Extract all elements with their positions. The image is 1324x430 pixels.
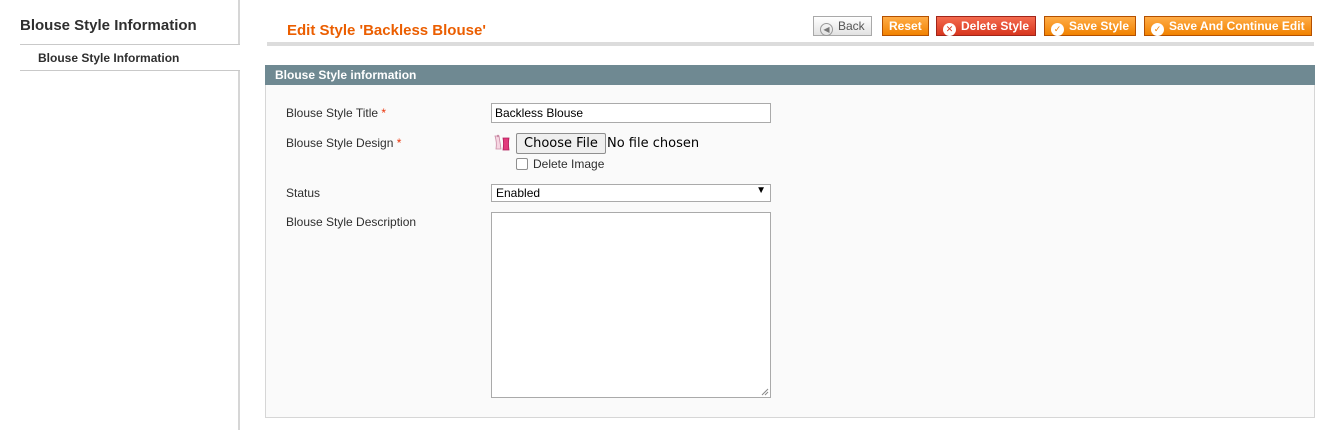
back-button[interactable]: ◀ Back [813, 16, 872, 36]
save-style-button[interactable]: ✓ Save Style [1044, 16, 1137, 36]
blouse-thumbnail-image [494, 134, 510, 151]
sidebar: Blouse Style Information Blouse Style In… [20, 0, 240, 430]
required-marker: * [396, 136, 402, 150]
back-button-label: Back [838, 19, 865, 33]
status-select[interactable]: Enabled ▼ [491, 184, 771, 202]
header-divider [267, 42, 1314, 46]
required-marker: * [381, 106, 387, 120]
file-status-text: No file chosen [607, 136, 700, 151]
section-header: Blouse Style information [265, 65, 1315, 85]
resize-grip-icon[interactable] [761, 388, 769, 396]
save-button-label: Save Style [1069, 19, 1130, 33]
delete-image-checkbox[interactable] [516, 158, 528, 170]
style-design-label: Blouse Style Design * [286, 136, 401, 150]
delete-image-label: Delete Image [533, 157, 605, 171]
toolbar: ◀ Back Reset ✕ Delete Style ✓ Save Style ✓ S… [0, 16, 1324, 36]
delete-style-button[interactable]: ✕ Delete Style [936, 16, 1037, 36]
reset-button[interactable]: Reset [882, 16, 929, 36]
status-selected-value: Enabled [496, 186, 541, 200]
style-design-label-text: Blouse Style Design [286, 136, 394, 150]
style-title-input[interactable] [491, 103, 771, 123]
checkmark-icon: ✓ [1151, 23, 1164, 36]
section-body [265, 85, 1315, 418]
description-textarea[interactable] [491, 212, 771, 398]
dropdown-arrow-icon: ▼ [756, 185, 766, 196]
sidebar-tab-blouse-style-information[interactable]: Blouse Style Information [20, 45, 240, 71]
status-label: Status [286, 186, 321, 200]
save-and-continue-button[interactable]: ✓ Save And Continue Edit [1144, 16, 1312, 36]
checkmark-icon: ✓ [1051, 23, 1064, 36]
style-title-label-text: Blouse Style Title [286, 106, 379, 120]
style-title-label: Blouse Style Title * [286, 106, 386, 120]
back-arrow-icon: ◀ [820, 23, 833, 36]
delete-x-icon: ✕ [943, 23, 956, 36]
reset-button-label: Reset [889, 19, 922, 33]
delete-button-label: Delete Style [961, 19, 1030, 33]
save-continue-button-label: Save And Continue Edit [1169, 19, 1305, 33]
choose-file-button[interactable]: Choose File [516, 133, 606, 154]
description-label: Blouse Style Description [286, 215, 417, 229]
